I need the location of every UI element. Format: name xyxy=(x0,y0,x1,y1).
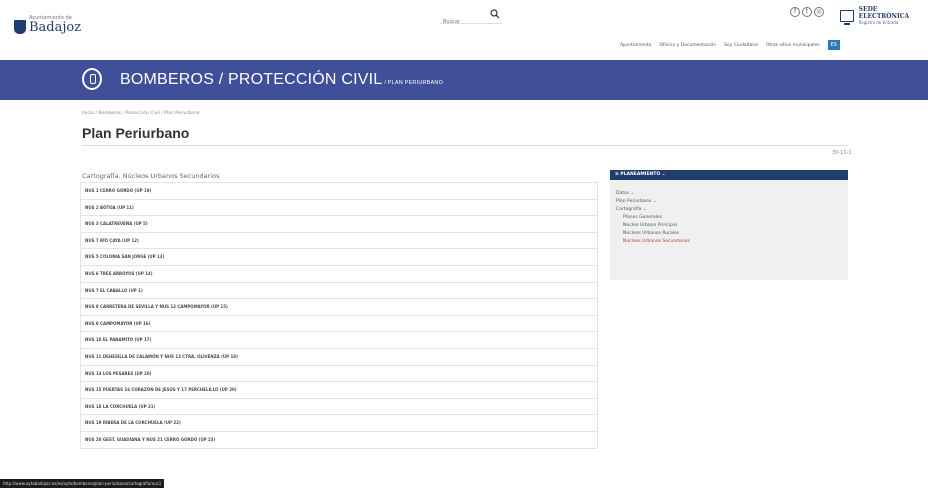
social-links: f t ◎ xyxy=(790,7,824,17)
list-item[interactable]: NUS 14 LOS PESARES (UP 20) xyxy=(80,364,598,383)
sede-subtitle: Registro de Entrada xyxy=(858,20,899,25)
sidebar-item-plan-periurbano[interactable]: Plan Periurbano ⌄ xyxy=(610,198,848,206)
list-item[interactable]: NUS 7 EL CABALLO (UP 1) xyxy=(80,281,598,300)
status-bar-url: http://www.aytobadajoz.es/es/ayto/bomber… xyxy=(0,479,165,488)
section-banner: BOMBEROS / PROTECCIÓN CIVIL / PLAN PERIUR… xyxy=(0,60,928,100)
nav-otros-sitios[interactable]: Otros sitios municipales xyxy=(766,43,820,48)
chevron-down-icon: ⌄ xyxy=(629,191,635,196)
sidebar-header-label: PLANEAMIENTO xyxy=(620,172,661,177)
list-item[interactable]: NUS 5 COLONIA SAN JORGE (UP 13) xyxy=(80,248,598,266)
sede-title: SEDE ELECTRÓNICA xyxy=(858,6,910,20)
list-item[interactable]: NUS 10 EL PANAMITO (UP 17) xyxy=(80,331,598,349)
chevron-down-icon: ⌄ xyxy=(660,172,666,177)
chevron-down-icon: ⌄ xyxy=(651,199,657,204)
list-item[interactable]: NUS 15 PUERTAS 16 CORAZÓN DE JESÚS Y 17 … xyxy=(80,381,598,399)
search-icon[interactable] xyxy=(490,9,500,19)
document-list: NUS 1 CERRO GORDO (UP 19) NUS 2 BÓTOA (U… xyxy=(80,182,598,449)
banner-title: BOMBEROS / PROTECCIÓN CIVIL / PLAN PERIUR… xyxy=(120,71,443,89)
breadcrumb[interactable]: Inicio / Bomberos / Protección Civil / P… xyxy=(82,111,200,116)
list-item[interactable]: NUS 20 GEST. GUADIANA Y NUS 21 CERRO GOR… xyxy=(80,430,598,449)
nav-oficina[interactable]: Oficina y Documentación xyxy=(659,43,716,48)
instagram-icon[interactable]: ◎ xyxy=(814,7,824,17)
search-input[interactable] xyxy=(440,15,486,29)
list-item[interactable]: NUS 11 DEHESILLA DE CALAMÓN Y NUS 13 CTR… xyxy=(80,347,598,366)
sidebar-item-label: Cartografía xyxy=(616,207,642,212)
sidebar-item-nucleo-principal[interactable]: Núcleo Urbano Principal xyxy=(610,222,848,230)
fire-extinguisher-icon xyxy=(82,68,102,90)
sidebar-item-label: Plan Periurbano xyxy=(616,199,652,204)
site-logo[interactable]: Ayuntamiento de Badajoz xyxy=(14,16,81,34)
sidebar-menu: ≡ PLANEAMIENTO ⌄ Datos ⌄ Plan Periurbano… xyxy=(610,170,848,280)
sidebar-item-datos[interactable]: Datos ⌄ xyxy=(610,190,848,198)
facebook-icon[interactable]: f xyxy=(790,7,800,17)
sidebar-header[interactable]: ≡ PLANEAMIENTO ⌄ xyxy=(610,170,848,180)
sidebar-item-nucleos-rurales[interactable]: Núcleos Urbanos Rurales xyxy=(610,230,848,238)
sidebar-item-nucleos-secundarios[interactable]: Núcleos Urbanos Secundarios xyxy=(610,238,848,246)
coat-of-arms-icon xyxy=(14,20,26,34)
page-title: Plan Periurbano xyxy=(82,125,190,141)
sidebar-item-planos-generales[interactable]: Planos Generales xyxy=(610,214,848,222)
twitter-icon[interactable]: t xyxy=(802,7,812,17)
sidebar-item-label: Datos xyxy=(616,191,630,196)
publish-date: 30-11-1 xyxy=(832,150,852,156)
list-item[interactable]: NUS 18 LA CORCHUELA (UP 21) xyxy=(80,397,598,416)
sidebar-item-cartografia[interactable]: Cartografía ⌄ xyxy=(610,206,848,214)
top-navigation: Ayuntamiento Oficina y Documentación Soy… xyxy=(620,40,840,50)
nav-ayuntamiento[interactable]: Ayuntamiento xyxy=(620,43,651,48)
section-title: Cartografía. Núcleos Urbanos Secundarios xyxy=(82,172,220,180)
logo-name: Badajoz xyxy=(29,20,82,35)
nav-soy-ciudadano[interactable]: Soy Ciudadano xyxy=(724,43,758,48)
list-item[interactable]: NUS 7 RÍO CAYA (UP 12) xyxy=(80,231,598,250)
title-divider xyxy=(82,145,848,146)
list-item[interactable]: NUS 3 CALATREVEÑA (UP 5) xyxy=(80,215,598,233)
list-item[interactable]: NUS 2 BÓTOA (UP 11) xyxy=(80,198,598,217)
site-header: Ayuntamiento de Badajoz f t ◎ SEDE ELECT… xyxy=(0,0,928,60)
list-item[interactable]: NUS 9 CAMPOMAYOR (UP 16) xyxy=(80,314,598,333)
list-item[interactable]: NUS 8 CARRETERA DE SEVILLA Y NUS 12 CAMP… xyxy=(80,298,598,316)
sede-electronica-link[interactable]: SEDE ELECTRÓNICA Registro de Entrada xyxy=(840,6,928,25)
monitor-icon xyxy=(840,9,854,25)
search-box xyxy=(440,8,502,29)
chevron-down-icon: ⌄ xyxy=(641,207,647,212)
list-item[interactable]: NUS 6 TRES ARROYOS (UP 14) xyxy=(80,264,598,283)
language-button[interactable]: ES xyxy=(827,40,840,50)
list-item[interactable]: NUS 1 CERRO GORDO (UP 19) xyxy=(80,182,598,200)
list-item[interactable]: NUS 19 RIBERA DE LA CORCHUELA (UP 22) xyxy=(80,414,598,432)
banner-subtitle: / PLAN PERIURBANO xyxy=(384,80,444,86)
banner-title-text: BOMBEROS / PROTECCIÓN CIVIL xyxy=(120,71,383,88)
